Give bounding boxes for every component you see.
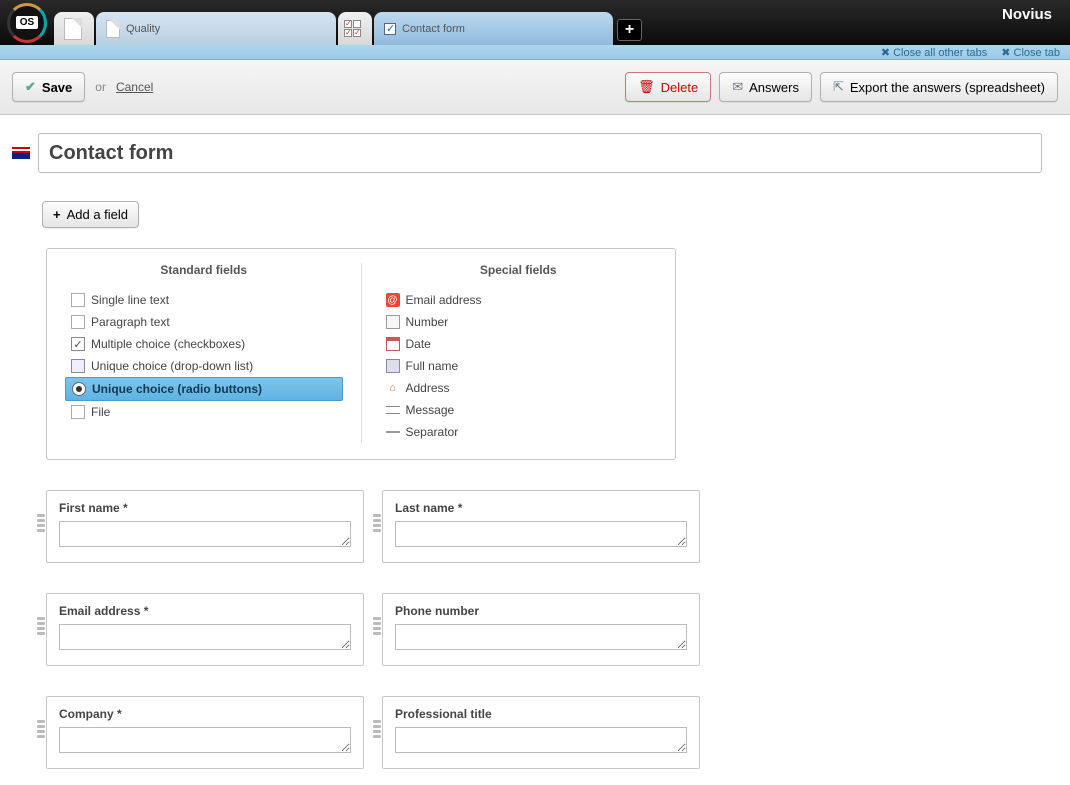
save-button[interactable]: ✔ Save bbox=[12, 72, 85, 102]
standard-fields-header: Standard fields bbox=[65, 263, 343, 277]
calendar-icon bbox=[386, 337, 400, 351]
toolbar: ✔ Save or Cancel 🗑 Delete ✉ Answers ⇱ Ex… bbox=[0, 60, 1070, 115]
drag-handle-icon[interactable] bbox=[373, 514, 381, 540]
plus-icon: + bbox=[53, 207, 61, 222]
check-icon: ✔ bbox=[25, 79, 36, 95]
field-type-number[interactable]: Number bbox=[380, 311, 658, 333]
email-icon: @ bbox=[386, 293, 400, 307]
preview-title[interactable]: Professional title bbox=[382, 696, 700, 769]
field-type-file[interactable]: File bbox=[65, 401, 343, 423]
brand-name: Novius bbox=[1002, 6, 1052, 23]
delete-button[interactable]: 🗑 Delete bbox=[625, 72, 711, 102]
or-text: or bbox=[95, 80, 106, 94]
drag-handle-icon[interactable] bbox=[37, 617, 45, 643]
tab-label: Contact form bbox=[402, 23, 465, 35]
field-input[interactable] bbox=[59, 521, 351, 547]
preview-company[interactable]: Company * bbox=[46, 696, 364, 769]
answers-button[interactable]: ✉ Answers bbox=[719, 72, 812, 102]
number-icon bbox=[386, 315, 400, 329]
tab-label: Quality bbox=[126, 23, 160, 35]
field-type-address[interactable]: ⌂ Address bbox=[380, 377, 658, 399]
topbar: OS Quality ✓ Contact form + Novius bbox=[0, 0, 1070, 45]
uk-flag-icon bbox=[12, 147, 30, 159]
preview-last-name[interactable]: Last name * bbox=[382, 490, 700, 563]
field-input[interactable] bbox=[59, 624, 351, 650]
close-tab-link[interactable]: ✖ Close tab bbox=[1001, 46, 1060, 59]
home-icon: ⌂ bbox=[386, 381, 400, 395]
preview-phone[interactable]: Phone number bbox=[382, 593, 700, 666]
field-label: Professional title bbox=[395, 707, 687, 721]
content-scroll[interactable]: + Add a field Standard fields Single lin… bbox=[0, 115, 1070, 785]
field-type-date[interactable]: Date bbox=[380, 333, 658, 355]
person-icon bbox=[386, 359, 400, 373]
field-label: Last name * bbox=[395, 501, 687, 515]
field-input[interactable] bbox=[59, 727, 351, 753]
checkbox-icon: ✓ bbox=[71, 337, 85, 351]
drag-handle-icon[interactable] bbox=[37, 720, 45, 746]
checkbox-icon: ✓ bbox=[384, 23, 396, 35]
field-type-separator[interactable]: Separator bbox=[380, 421, 658, 443]
drag-handle-icon[interactable] bbox=[373, 720, 381, 746]
drag-handle-icon[interactable] bbox=[37, 514, 45, 540]
document-icon bbox=[106, 20, 120, 38]
field-type-checkboxes[interactable]: ✓ Multiple choice (checkboxes) bbox=[65, 333, 343, 355]
message-icon bbox=[386, 406, 400, 414]
field-type-single-line[interactable]: Single line text bbox=[65, 289, 343, 311]
add-field-button[interactable]: + Add a field bbox=[42, 201, 139, 228]
field-label: Email address * bbox=[59, 604, 351, 618]
checklist-icon bbox=[344, 20, 361, 37]
preview-first-name[interactable]: First name * bbox=[46, 490, 364, 563]
field-label: Company * bbox=[59, 707, 351, 721]
field-input[interactable] bbox=[395, 624, 687, 650]
trash-icon: 🗑 bbox=[638, 79, 655, 95]
dropdown-icon bbox=[71, 359, 85, 373]
field-type-fullname[interactable]: Full name bbox=[380, 355, 658, 377]
cancel-link[interactable]: Cancel bbox=[116, 80, 153, 94]
field-type-radio[interactable]: Unique choice (radio buttons) bbox=[65, 377, 343, 401]
app-logo[interactable]: OS bbox=[0, 0, 54, 45]
drag-handle-icon[interactable] bbox=[373, 617, 381, 643]
separator-icon bbox=[386, 431, 400, 433]
tab-quality[interactable]: Quality bbox=[96, 12, 336, 45]
field-input[interactable] bbox=[395, 727, 687, 753]
file-icon bbox=[71, 405, 85, 419]
field-label: Phone number bbox=[395, 604, 687, 618]
tab-contact-form[interactable]: ✓ Contact form bbox=[374, 12, 613, 45]
field-type-email[interactable]: @ Email address bbox=[380, 289, 658, 311]
form-title-input[interactable] bbox=[38, 133, 1042, 173]
field-palette: Standard fields Single line text Paragra… bbox=[46, 248, 676, 460]
field-type-paragraph[interactable]: Paragraph text bbox=[65, 311, 343, 333]
field-label: First name * bbox=[59, 501, 351, 515]
tab-actions-strip: ✖ Close all other tabs ✖ Close tab bbox=[0, 45, 1070, 60]
export-icon: ⇱ bbox=[833, 79, 844, 95]
export-button[interactable]: ⇱ Export the answers (spreadsheet) bbox=[820, 72, 1058, 102]
tab-blank[interactable] bbox=[54, 12, 94, 45]
document-icon bbox=[64, 18, 82, 40]
inbox-icon: ✉ bbox=[732, 79, 743, 95]
tab-forms-app[interactable] bbox=[338, 12, 372, 45]
radio-icon bbox=[72, 382, 86, 396]
field-type-dropdown[interactable]: Unique choice (drop-down list) bbox=[65, 355, 343, 377]
form-preview-grid: First name * Last name * Email address *… bbox=[46, 490, 1042, 769]
text-icon bbox=[71, 293, 85, 307]
special-fields-header: Special fields bbox=[380, 263, 658, 277]
field-input[interactable] bbox=[395, 521, 687, 547]
close-other-tabs-link[interactable]: ✖ Close all other tabs bbox=[881, 46, 987, 59]
preview-email[interactable]: Email address * bbox=[46, 593, 364, 666]
field-type-message[interactable]: Message bbox=[380, 399, 658, 421]
add-tab-button[interactable]: + bbox=[617, 19, 642, 41]
paragraph-icon bbox=[71, 315, 85, 329]
